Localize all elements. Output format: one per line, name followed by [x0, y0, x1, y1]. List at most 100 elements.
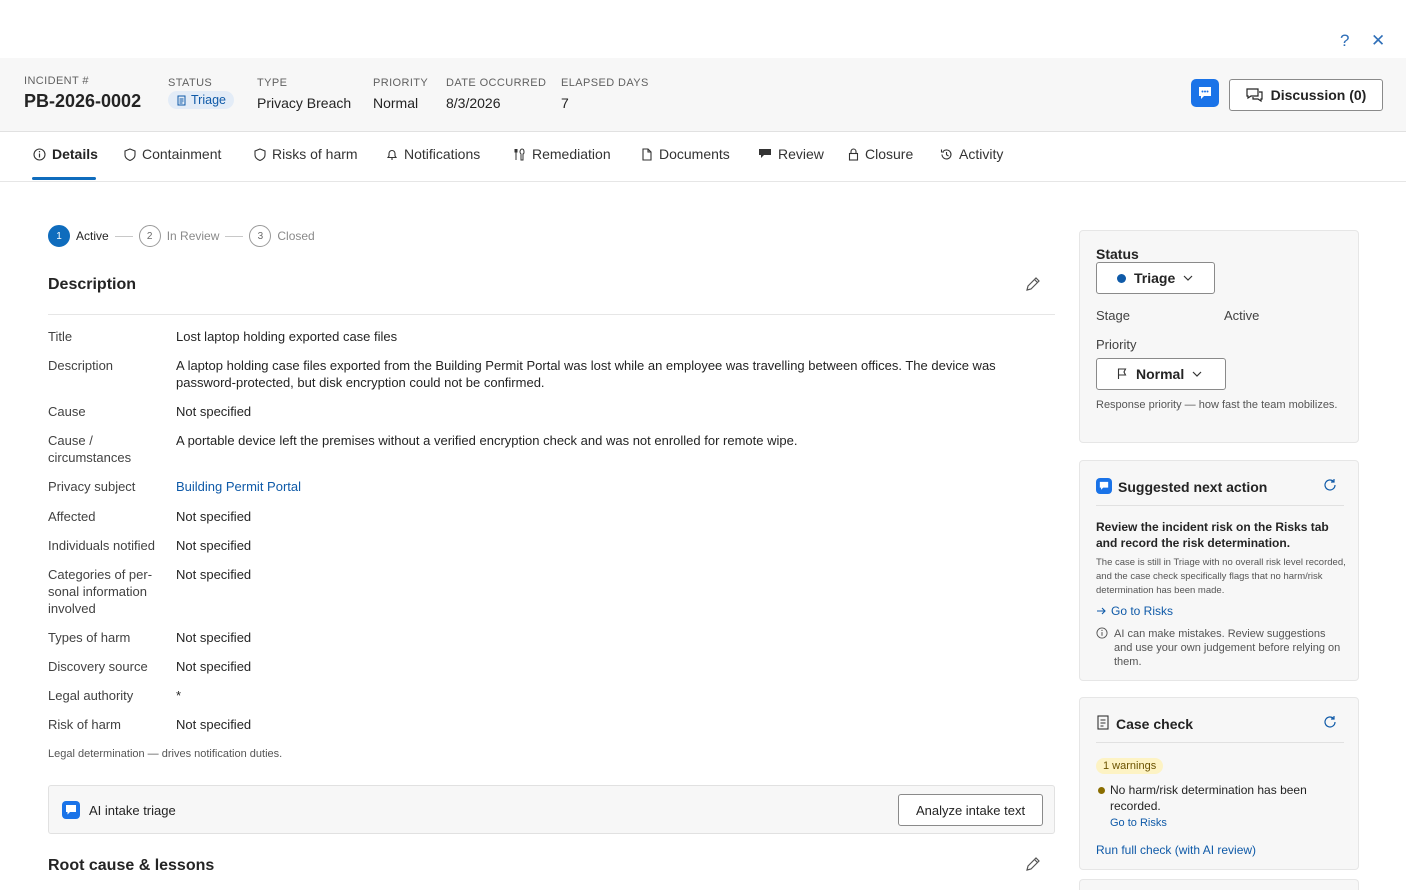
priority-hint: Response priority — how fast the team mo…	[1096, 399, 1338, 411]
document-icon	[642, 147, 652, 161]
field-value: *	[176, 688, 182, 703]
tab-notifications[interactable]: Notifications	[386, 146, 480, 162]
section-divider	[48, 314, 1055, 315]
help-icon[interactable]: ?	[1340, 32, 1349, 50]
field-row-discovery-source: Discovery source Not specified	[48, 658, 1058, 675]
run-full-check-link[interactable]: Run full check (with AI review)	[1096, 843, 1256, 857]
elapsed-days-label: ELAPSED DAYS	[561, 77, 649, 89]
date-occurred-label: DATE OCCURRED	[446, 77, 547, 89]
status-badge-text: Triage	[191, 93, 226, 107]
type-label: TYPE	[257, 77, 288, 89]
refresh-case-check-button[interactable]	[1323, 715, 1337, 732]
step-label: Closed	[277, 229, 315, 243]
checklist-icon	[1096, 715, 1110, 733]
step-connector	[114, 235, 133, 237]
tab-label: Details	[52, 146, 98, 162]
field-row-individuals-notified: Individuals notified Not specified	[48, 537, 1058, 554]
priority-value: Normal	[373, 95, 419, 111]
root-cause-title: Root cause & lessons	[48, 857, 215, 874]
field-label: Cause / circumstances	[48, 433, 132, 465]
field-value: Not specified	[176, 717, 252, 732]
field-label: Types of harm	[48, 630, 131, 645]
pencil-icon	[1026, 857, 1040, 871]
tab-review[interactable]: Review	[758, 146, 824, 162]
discussion-button[interactable]: Discussion (0)	[1229, 79, 1383, 111]
field-row-risk-of-harm: Risk of harm Not specified	[48, 716, 1058, 733]
status-badge: Triage	[168, 91, 234, 109]
flag-icon	[1117, 368, 1127, 379]
panel-divider	[1096, 742, 1344, 743]
ai-disclaimer: AI can make mistakes. Review suggestions…	[1114, 628, 1341, 668]
tab-remediation[interactable]: Remediation	[513, 146, 611, 162]
field-value: Not specified	[176, 404, 252, 419]
tab-risks-of-harm[interactable]: Risks of harm	[254, 146, 358, 162]
history-icon	[940, 148, 952, 160]
tab-containment[interactable]: Containment	[124, 146, 221, 162]
tab-details[interactable]: Details	[33, 146, 98, 162]
document-icon	[177, 95, 186, 105]
tab-label: Documents	[659, 146, 730, 162]
lock-icon	[848, 147, 859, 161]
bell-icon	[386, 149, 398, 160]
step-active: 1 Active	[48, 225, 109, 247]
field-row-privacy-subject: Privacy subject Building Permit Portal	[48, 478, 1058, 495]
tab-closure[interactable]: Closure	[848, 146, 913, 162]
legal-determination-note: Legal determination — drives notificatio…	[48, 748, 283, 760]
elapsed-days-field: ELAPSED DAYS 7	[561, 77, 649, 111]
privacy-subject-link[interactable]: Building Permit Portal	[176, 478, 1058, 495]
chevron-down-icon	[1192, 371, 1202, 377]
refresh-icon	[1324, 479, 1336, 491]
chat-icon	[1199, 87, 1211, 99]
date-occurred-value: 8/3/2026	[446, 95, 501, 111]
warning-dot	[1098, 787, 1105, 794]
close-icon[interactable]: ✕	[1371, 32, 1385, 50]
go-to-risks-link[interactable]: Go to Risks	[1096, 604, 1173, 618]
incident-number-label: INCIDENT #	[24, 75, 89, 87]
field-row-circumstances: Cause / circumstances A portable device …	[48, 432, 1058, 466]
go-to-risks-label: Go to Risks	[1111, 604, 1174, 618]
panel-divider	[1096, 505, 1344, 506]
ai-intake-label: AI intake triage	[89, 803, 176, 818]
field-label: Categories of per­sonal information invo…	[48, 567, 153, 616]
type-value: Privacy Breach	[257, 95, 352, 111]
step-number: 3	[249, 225, 272, 247]
suggested-next-action-panel: Suggested next action Review the inciden…	[1079, 460, 1359, 681]
refresh-next-action-button[interactable]	[1323, 478, 1337, 495]
tab-activity[interactable]: Activity	[940, 146, 1003, 162]
info-icon	[33, 147, 46, 161]
tab-label: Remediation	[532, 146, 611, 162]
field-value: A laptop holding case files exported fro…	[176, 358, 996, 390]
case-check-title: Case check	[1116, 716, 1194, 732]
step-closed: 3 Closed	[249, 225, 315, 247]
priority-field: PRIORITY Normal	[373, 77, 428, 111]
ai-assistant-button[interactable]	[1191, 79, 1219, 107]
status-dropdown[interactable]: Triage	[1096, 262, 1215, 294]
refresh-icon	[1324, 716, 1336, 728]
edit-root-cause-button[interactable]	[1024, 855, 1042, 876]
ai-chip	[1096, 478, 1112, 494]
incident-number: PB-2026-0002	[24, 91, 142, 111]
analyze-intake-button[interactable]: Analyze intake text	[898, 794, 1043, 826]
next-panel-stub	[1079, 879, 1359, 890]
status-panel: Status Triage Stage Active Priority Norm…	[1079, 230, 1359, 443]
active-tab-indicator	[32, 177, 96, 180]
case-check-panel: Case check 1 warnings No harm/risk deter…	[1079, 697, 1359, 870]
field-row-categories: Categories of per­sonal information invo…	[48, 566, 1058, 617]
field-value: Not specified	[176, 509, 252, 524]
chat-icon	[1099, 481, 1109, 490]
warning-go-to-risks-link[interactable]: Go to Risks	[1110, 817, 1167, 829]
field-label: Title	[48, 329, 73, 344]
ai-intake-triage-box: AI intake triage Analyze intake text	[48, 785, 1055, 834]
field-label: Affected	[48, 509, 96, 524]
priority-dropdown[interactable]: Normal	[1096, 358, 1226, 390]
discussion-icon	[1246, 87, 1263, 102]
tab-label: Closure	[865, 146, 914, 162]
warning-text: No harm/risk determination has been reco…	[1110, 783, 1307, 813]
description-title: Description	[48, 276, 137, 293]
chat-icon	[66, 805, 76, 815]
status-dropdown-value: Triage	[1134, 270, 1176, 286]
incident-header: INCIDENT # PB-2026-0002 STATUS Triage TY…	[0, 58, 1406, 132]
tab-documents[interactable]: Documents	[641, 146, 730, 162]
field-value: Not specified	[176, 659, 252, 674]
edit-description-button[interactable]	[1024, 275, 1042, 296]
